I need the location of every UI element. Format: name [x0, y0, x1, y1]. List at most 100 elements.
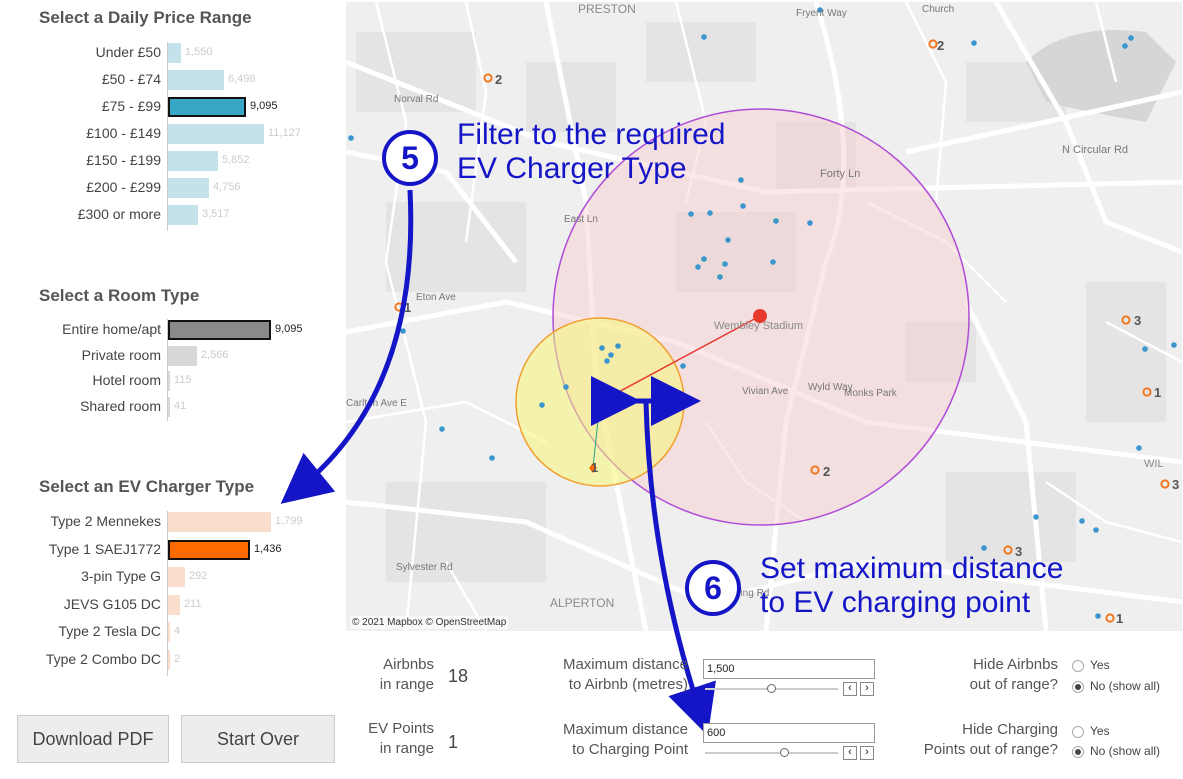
- room-filter-item[interactable]: Private room 2,566: [0, 345, 340, 367]
- max-charging-increment-button[interactable]: ›: [860, 746, 874, 760]
- price-filter-item-label: £75 - £99: [101, 98, 161, 114]
- road-label: Monks Park: [844, 388, 897, 399]
- max-distance-airbnb-input[interactable]: 1,500: [703, 659, 875, 679]
- radio-selected-icon[interactable]: [1072, 680, 1084, 693]
- ev-points-label-line-2: in range: [379, 740, 434, 757]
- room-filter-item[interactable]: Entire home/apt 9,095: [0, 319, 340, 341]
- price-filter-item-bar[interactable]: [168, 151, 218, 171]
- room-filter-item-count: 115: [174, 374, 192, 386]
- max-distance-charging-input[interactable]: 600: [703, 723, 875, 743]
- room-filter-item-bar[interactable]: [168, 320, 271, 340]
- max-charging-label-line-2: to Charging Point: [572, 741, 688, 758]
- hide-charging-label-line-2: Points out of range?: [923, 741, 1058, 758]
- radio-icon[interactable]: [1072, 725, 1084, 738]
- step-5-caption: Filter to the required EV Charger Type: [457, 118, 725, 186]
- map-view[interactable]: PRESTON ALPERTON Wembley Stadium WIL Norval …: [346, 2, 1182, 631]
- price-filter-item[interactable]: £300 or more 3,517: [0, 204, 340, 226]
- price-filter-item-label: £50 - £74: [101, 71, 161, 87]
- hide-airbnbs-label-line-1: Hide Airbnbs: [972, 656, 1058, 673]
- ev-filter-item-bar[interactable]: [168, 649, 170, 670]
- ev-filter-item[interactable]: 3-pin Type G 292: [0, 566, 340, 588]
- price-filter-item[interactable]: Under £50 1,550: [0, 42, 340, 64]
- ev-filter-item[interactable]: Type 2 Tesla DC 4: [0, 621, 340, 643]
- radio-selected-icon[interactable]: [1072, 745, 1084, 758]
- ev-filter-item-count: 292: [189, 570, 208, 582]
- charger-count-label: 1: [1154, 385, 1162, 400]
- hide-airbnbs-yes-option[interactable]: Yes: [1072, 658, 1110, 672]
- hide-charging-label: Hide Charging Points out of range?: [900, 720, 1058, 760]
- max-airbnb-label-line-2: to Airbnb (metres): [568, 676, 688, 693]
- room-filter-item-label: Entire home/apt: [62, 321, 161, 337]
- room-filter-title: Select a Room Type: [39, 286, 200, 305]
- ev-filter-item[interactable]: Type 1 SAEJ1772 1,436: [0, 539, 340, 561]
- charger-count-label: 1: [1116, 611, 1124, 626]
- road-label: Fryent Way: [796, 8, 847, 19]
- ev-filter-item-bar[interactable]: [168, 622, 170, 642]
- ev-filter-item-label: Type 2 Tesla DC: [58, 623, 161, 639]
- price-filter-item[interactable]: £100 - £149 11,127: [0, 123, 340, 145]
- price-filter-item-count: 6,498: [228, 73, 256, 85]
- ev-filter-item-bar[interactable]: [168, 567, 185, 587]
- charger-count-label: 3: [1172, 477, 1180, 492]
- ev-filter-item-count: 1,799: [275, 515, 303, 527]
- step-6-line-2: to EV charging point: [760, 586, 1031, 619]
- road-label: Vivian Ave: [742, 386, 789, 397]
- start-over-button[interactable]: Start Over: [181, 715, 335, 763]
- ev-filter-item[interactable]: Type 2 Mennekes 1,799: [0, 511, 340, 533]
- hide-charging-label-line-1: Hide Charging: [962, 721, 1058, 738]
- hide-charging-yes-option[interactable]: Yes: [1072, 724, 1110, 738]
- room-filter-item-count: 41: [174, 399, 187, 412]
- price-filter-item-count: 4,756: [213, 181, 241, 193]
- room-filter-item-label: Shared room: [80, 397, 161, 414]
- price-filter-item-count: 11,127: [268, 127, 301, 139]
- max-charging-label-line-1: Maximum distance: [562, 721, 688, 738]
- room-filter-item-bar[interactable]: [168, 371, 170, 391]
- ev-filter-item-label: JEVS G105 DC: [63, 595, 161, 612]
- max-distance-charging-slider[interactable]: [705, 752, 838, 754]
- price-filter-item[interactable]: £75 - £99 9,095: [0, 96, 340, 118]
- ev-points-label-line-1: EV Points: [368, 720, 434, 737]
- hide-charging-no-option[interactable]: No (show all): [1072, 744, 1160, 758]
- max-distance-airbnb-slider-thumb[interactable]: [766, 684, 776, 693]
- download-pdf-button[interactable]: Download PDF: [17, 715, 169, 763]
- room-filter-item[interactable]: Hotel room 115: [0, 370, 340, 392]
- hide-airbnbs-no-option[interactable]: No (show all): [1072, 679, 1160, 693]
- room-filter-item[interactable]: Shared room 41: [0, 396, 340, 418]
- price-filter-item[interactable]: £50 - £74 6,498: [0, 69, 340, 91]
- road-label: East Ln: [564, 214, 598, 225]
- price-filter-item-bar[interactable]: [168, 70, 224, 90]
- room-filter-item-count: 9,095: [275, 323, 303, 335]
- ev-filter-item[interactable]: Type 2 Combo DC 2: [0, 649, 340, 671]
- selected-airbnb-marker[interactable]: [594, 397, 604, 407]
- radio-icon[interactable]: [1072, 659, 1084, 672]
- price-filter-item-count: 9,095: [250, 100, 278, 112]
- max-airbnb-increment-button[interactable]: ›: [860, 682, 874, 696]
- max-airbnb-decrement-button[interactable]: ‹: [843, 682, 857, 696]
- ev-filter-item-bar[interactable]: [168, 512, 271, 532]
- ev-points-in-range-value: 1: [448, 732, 459, 752]
- ev-filter-item-bar[interactable]: [168, 539, 250, 560]
- price-filter-item-bar[interactable]: [168, 124, 264, 144]
- max-distance-charging-label: Maximum distance to Charging Point: [536, 720, 688, 760]
- price-filter-item-bar[interactable]: [168, 178, 209, 198]
- airbnbs-label-line-2: in range: [379, 676, 434, 693]
- ev-filter-item-bar[interactable]: [168, 594, 180, 615]
- price-filter-item-bar[interactable]: [168, 205, 198, 225]
- max-distance-airbnb-label: Maximum distance to Airbnb (metres): [536, 655, 688, 695]
- max-distance-charging-slider-thumb[interactable]: [779, 748, 789, 757]
- price-filter-item[interactable]: £200 - £299 4,756: [0, 177, 340, 199]
- map-attribution[interactable]: © 2021 Mapbox © OpenStreetMap: [350, 616, 509, 629]
- price-filter-item[interactable]: £150 - £199 5,852: [0, 150, 340, 172]
- price-filter-item-bar[interactable]: [168, 97, 246, 117]
- ev-filter-item[interactable]: JEVS G105 DC 211: [0, 594, 340, 616]
- step-5-badge: 5: [382, 130, 438, 186]
- room-filter-item-bar[interactable]: [168, 345, 197, 366]
- no-show-all-label: No (show all): [1090, 744, 1161, 758]
- room-filter-item-bar[interactable]: [168, 396, 170, 417]
- ev-points-in-range-label: EV Points in range: [354, 719, 434, 759]
- price-filter-item-label: £100 - £149: [86, 125, 161, 141]
- road-label: Eton Ave: [416, 292, 456, 303]
- max-charging-decrement-button[interactable]: ‹: [843, 746, 857, 760]
- price-filter-item-bar[interactable]: [168, 43, 181, 63]
- airbnbs-label-line-1: Airbnbs: [383, 656, 434, 673]
